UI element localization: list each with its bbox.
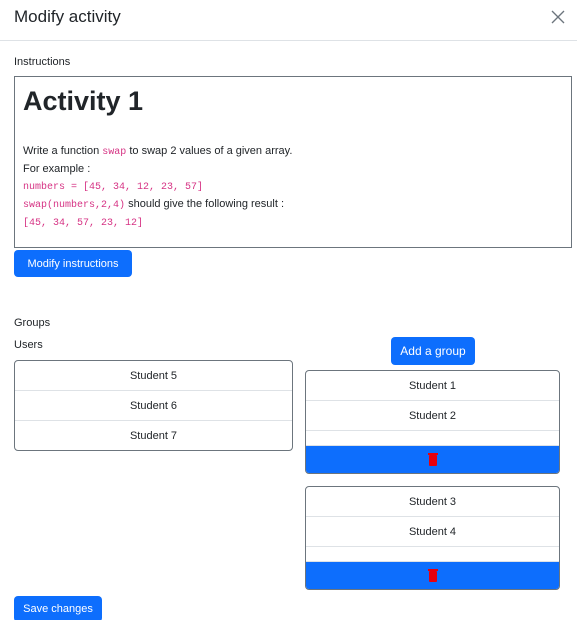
- list-item[interactable]: Student 5: [15, 361, 292, 391]
- group-drop-zone[interactable]: [306, 547, 559, 562]
- modal-title: Modify activity: [14, 7, 121, 26]
- group-card-2: Student 3 Student 4: [305, 486, 560, 590]
- list-item[interactable]: Student 1: [306, 371, 559, 401]
- code-swap: swap: [102, 146, 127, 158]
- groups-label: Groups: [14, 317, 51, 329]
- instruction-line-3: numbers = [45, 34, 12, 23, 57]: [23, 181, 204, 193]
- users-label: Users: [14, 339, 43, 351]
- group-drop-zone[interactable]: [306, 431, 559, 446]
- instruction-line-4: swap(numbers,2,4) should give the follow…: [23, 197, 285, 211]
- trash-icon: [427, 569, 438, 582]
- list-item[interactable]: Student 7: [15, 421, 292, 450]
- group-card-1: Student 1 Student 2: [305, 370, 560, 474]
- modal-header: Modify activity: [0, 0, 577, 41]
- close-button[interactable]: [547, 6, 569, 28]
- save-changes-button[interactable]: Save changes: [14, 596, 102, 620]
- list-item[interactable]: Student 4: [306, 517, 559, 547]
- trash-icon: [427, 453, 438, 466]
- delete-group-button[interactable]: [306, 446, 559, 473]
- instructions-box: Activity 1 Write a function swap to swap…: [14, 76, 572, 248]
- instruction-line-1: Write a function swap to swap 2 values o…: [23, 144, 293, 158]
- instruction-line-5: [45, 34, 57, 23, 12]: [23, 217, 144, 229]
- modify-instructions-button[interactable]: Modify instructions: [14, 250, 132, 277]
- instructions-label: Instructions: [14, 56, 71, 68]
- delete-group-button[interactable]: [306, 562, 559, 589]
- list-item[interactable]: Student 3: [306, 487, 559, 517]
- close-icon: [551, 10, 565, 24]
- list-item[interactable]: Student 6: [15, 391, 292, 421]
- activity-heading: Activity 1: [23, 86, 144, 116]
- instruction-line-2: For example :: [23, 162, 91, 175]
- list-item[interactable]: Student 2: [306, 401, 559, 431]
- users-list: Student 5 Student 6 Student 7: [14, 360, 293, 451]
- add-group-button[interactable]: Add a group: [391, 337, 475, 365]
